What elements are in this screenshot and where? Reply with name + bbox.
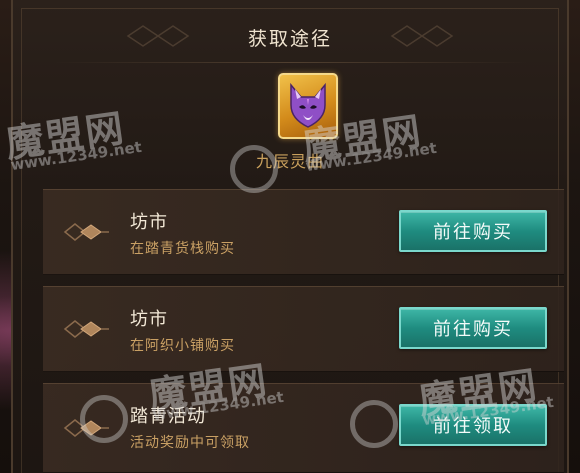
go-buy-button[interactable]: 前往购买 xyxy=(399,210,547,252)
diamond-ornament-icon xyxy=(63,419,109,437)
source-row: 坊市 在阿织小铺购买 前往购买 xyxy=(43,286,564,372)
dialog-header: 获取途径 xyxy=(13,14,567,60)
dialog-title: 获取途径 xyxy=(247,27,332,50)
source-row: 坊市 在踏青货栈购买 前往购买 xyxy=(43,189,564,275)
source-description: 活动奖励中可领取 xyxy=(130,435,250,451)
go-claim-button[interactable]: 前往领取 xyxy=(399,404,547,446)
fox-mask-icon xyxy=(290,82,326,128)
header-divider xyxy=(53,62,527,63)
diamond-ornament-icon xyxy=(63,320,109,338)
source-title: 坊市 xyxy=(130,212,168,233)
source-dialog: 获取途径 九辰灵曲 坊市 在踏青货栈购买 前往购买 坊市 在阿织小铺购买 前往购… xyxy=(11,0,569,473)
go-buy-button[interactable]: 前往购买 xyxy=(399,307,547,349)
source-description: 在阿织小铺购买 xyxy=(130,338,235,354)
source-title: 踏青活动 xyxy=(130,406,206,427)
diamond-ornament-icon xyxy=(63,223,109,241)
source-row: 踏青活动 活动奖励中可领取 前往领取 xyxy=(43,383,564,473)
item-name: 九辰灵曲 xyxy=(255,152,324,171)
item-slot[interactable] xyxy=(278,73,338,139)
source-description: 在踏青货栈购买 xyxy=(130,241,235,257)
source-title: 坊市 xyxy=(130,309,168,330)
